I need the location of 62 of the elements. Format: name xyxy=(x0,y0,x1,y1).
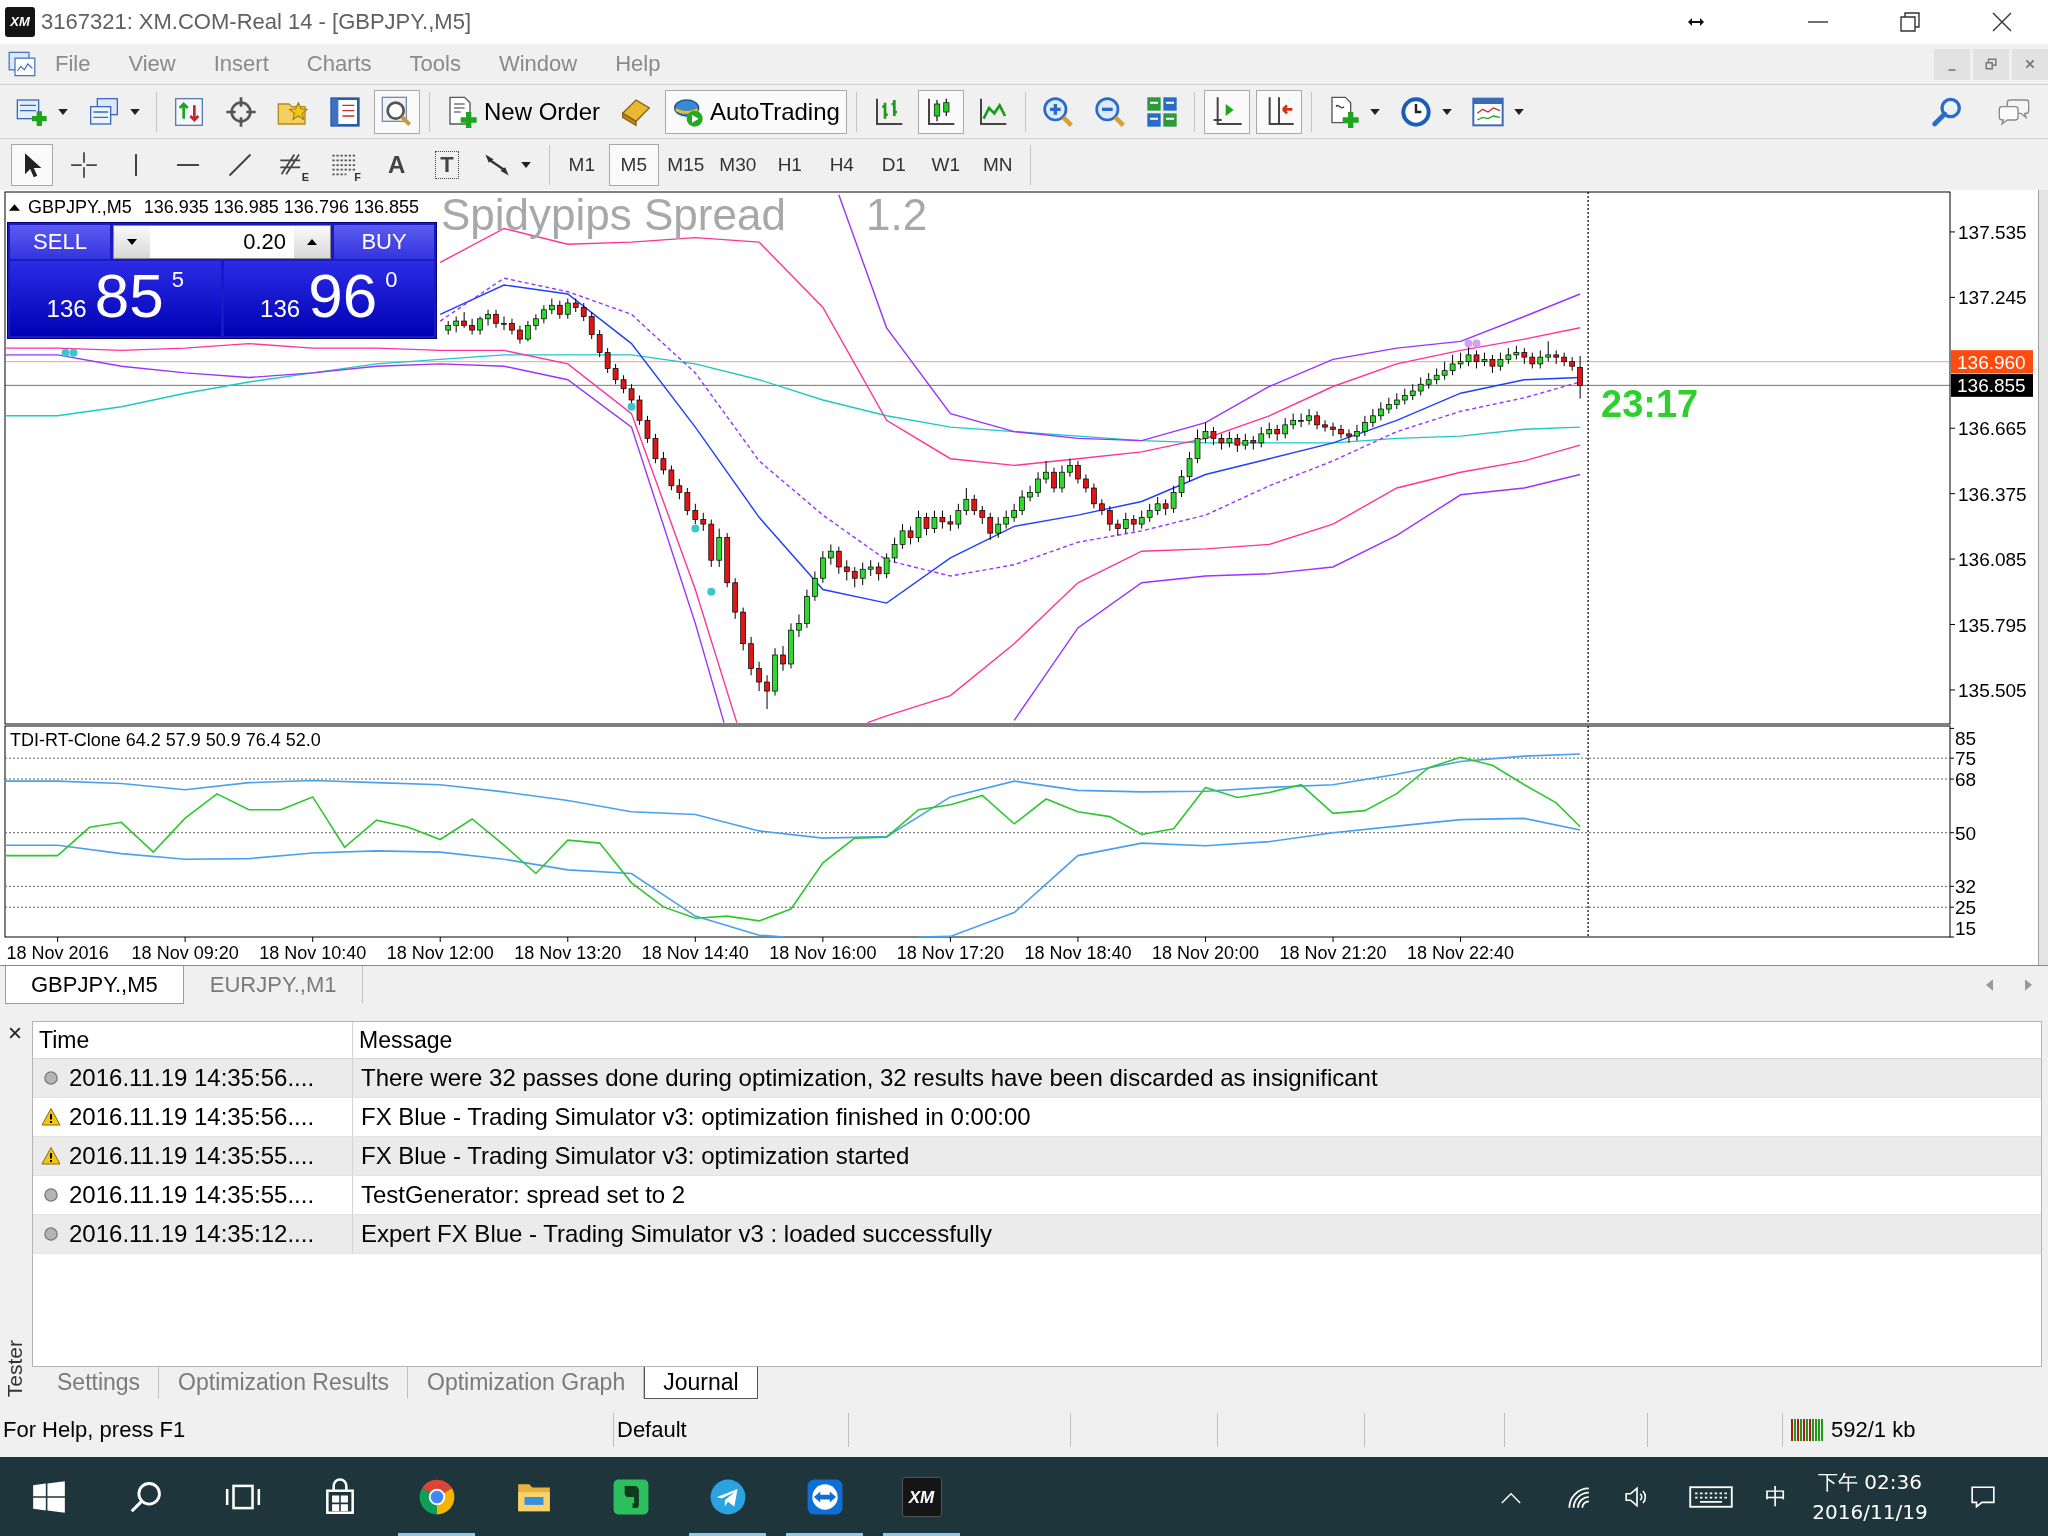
table-cell: 2016.11.19 14:35:55.... xyxy=(69,1142,315,1170)
axis-label: 18 Nov 18:40 xyxy=(1024,943,1132,963)
axis-label: 15 xyxy=(1955,918,1977,939)
axis-label: 18 Nov 20:00 xyxy=(1151,943,1259,963)
axis-label: 18 Nov 14:40 xyxy=(641,943,749,963)
axis-label: 85 xyxy=(1955,728,1977,749)
app-logo: XM xyxy=(901,1477,942,1517)
clock-date: 2016/11/19 xyxy=(1812,1499,1928,1526)
table-cell: TestGenerator: spread set to 2 xyxy=(361,1181,686,1209)
axis-label: 136.665 xyxy=(1958,418,2027,440)
axis-label: 136.085 xyxy=(1958,549,2027,571)
axis-label: 50 xyxy=(1955,822,1977,844)
axis-label: 18 Nov 09:20 xyxy=(131,943,239,963)
status-text: 592/1 kb xyxy=(1831,1417,1916,1443)
price-label: 136.855 xyxy=(1951,373,2033,397)
axis-label: 18 Nov 22:40 xyxy=(1407,943,1515,963)
table-cell: 2016.11.19 14:35:56.... xyxy=(69,1103,315,1131)
axis-label: 18 Nov 13:20 xyxy=(514,943,622,963)
table-cell: 2016.11.19 14:35:56.... xyxy=(69,1064,315,1092)
axis-label: 18 Nov 21:20 xyxy=(1279,943,1387,963)
axis-label: 18 Nov 17:20 xyxy=(896,943,1004,963)
status-text: Default xyxy=(617,1417,687,1443)
axis-label: 25 xyxy=(1955,897,1977,919)
price-label: 136.960 xyxy=(1951,350,2033,374)
table-cell: 2016.11.19 14:35:55.... xyxy=(69,1181,315,1209)
table-cell: There were 32 passes done during optimization, 32 results have been discarded as insignificant xyxy=(361,1064,1378,1092)
price-handle: 136 xyxy=(260,295,301,323)
axis-label: 137.245 xyxy=(1958,287,2027,309)
column-header: Message xyxy=(358,1026,454,1055)
axis-label: 137.535 xyxy=(1958,221,2027,243)
clock-time: 下午 02:36 xyxy=(1818,1469,1922,1496)
axis-label: 75 xyxy=(1955,748,1977,770)
ref-line-label: 136.960 xyxy=(1957,351,2026,373)
axis-label: 135.505 xyxy=(1958,679,2027,701)
ref-line-label: 136.855 xyxy=(1957,375,2026,397)
panel-title: Tester xyxy=(3,1339,27,1397)
window-title: 3167321: XM.COM-Real 14 - [GBPJPY.,M5] xyxy=(41,9,471,35)
axis-label: 18 Nov 2016 xyxy=(6,943,109,963)
axis-label: 18 Nov 12:00 xyxy=(386,943,494,963)
axis-label: 135.795 xyxy=(1958,614,2027,636)
axis-label: 136.375 xyxy=(1958,483,2027,505)
column-header: Time xyxy=(33,1022,353,1058)
chart-symbol: GBPJPY.,M5 xyxy=(28,197,132,218)
price-pips: 85 xyxy=(94,263,164,329)
price-pips: 96 xyxy=(308,263,378,329)
app-logo: XM xyxy=(5,7,35,37)
spread-value: 1.2 xyxy=(866,192,928,239)
price-handle: 136 xyxy=(46,295,87,323)
axis-label: 32 xyxy=(1955,876,1977,898)
table-cell: 2016.11.19 14:35:12.... xyxy=(69,1220,315,1248)
price-point: 0 xyxy=(385,267,398,293)
table-cell: Expert FX Blue - Trading Simulator v3 : loaded successfully xyxy=(361,1220,992,1248)
bar-timer: 23:17 xyxy=(1601,383,1699,425)
axis-label: 18 Nov 10:40 xyxy=(259,943,367,963)
status-text: For Help, press F1 xyxy=(3,1417,186,1443)
axis-label: 18 Nov 16:00 xyxy=(769,943,877,963)
table-cell: FX Blue - Trading Simulator v3: optimization finished in 0:00:00 xyxy=(361,1103,1031,1131)
axis-label: 68 xyxy=(1955,769,1977,791)
price-point: 5 xyxy=(171,267,184,293)
table-cell: FX Blue - Trading Simulator v3: optimization started xyxy=(361,1142,910,1170)
indicator-title: TDI-RT-Clone 64.2 57.9 50.9 76.4 52.0 xyxy=(10,730,321,750)
spread-label: Spidypips Spread xyxy=(441,192,786,239)
